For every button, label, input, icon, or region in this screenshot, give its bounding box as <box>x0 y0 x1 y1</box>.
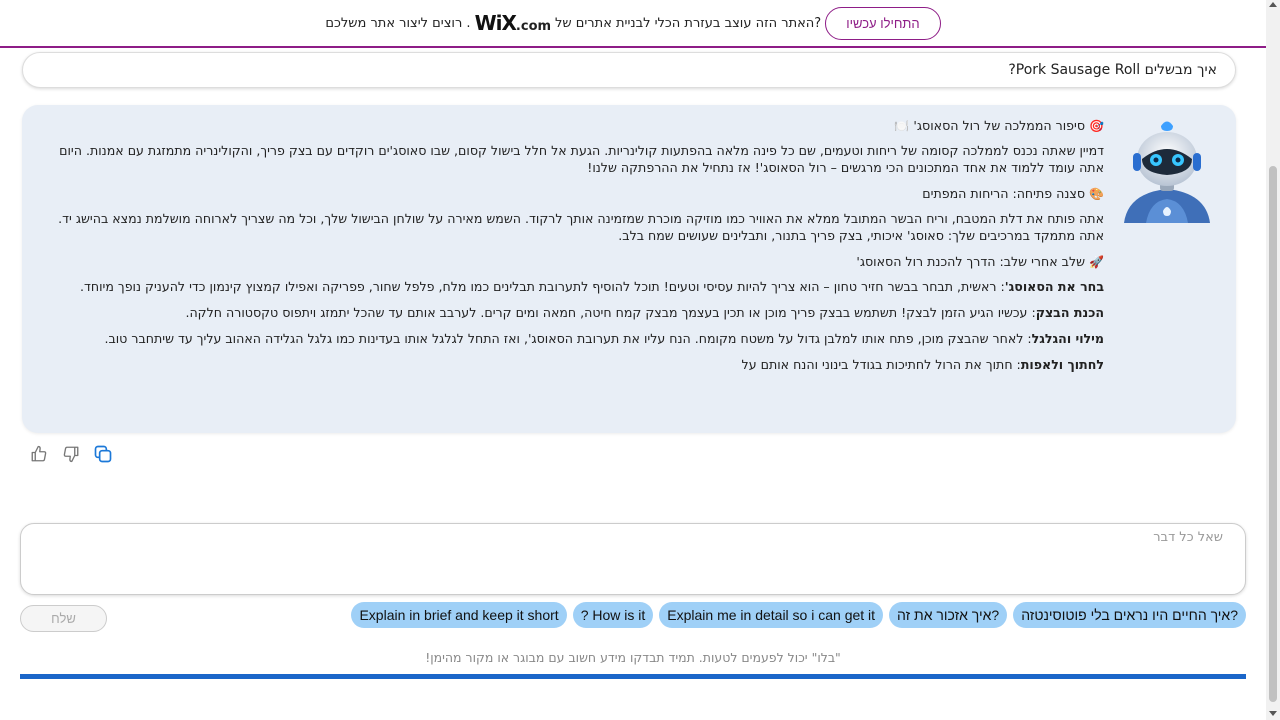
start-now-button[interactable]: התחילו עכשיו <box>825 6 941 40</box>
step-item: בחר את הסאוסג': ראשית, תבחר בבשר חזיר טח… <box>54 278 1104 295</box>
wix-banner-text: ?האתר הזה עוצב בעזרת הכלי לבניית אתרים ש… <box>555 15 822 31</box>
step-text: : עכשיו הגיע הזמן לבצק! תשתמש בבצק פריך … <box>185 305 1036 320</box>
step-item: מילוי והגלגל: לאחר שהבצק מוכן, פתח אותו … <box>54 330 1104 347</box>
suggestion-chips: ?איך החיים היו נראים בלי פוטוסינטזה ?איך… <box>351 602 1246 628</box>
target-icon: 🎯 <box>1089 119 1104 133</box>
answer-title-text: סיפור הממלכה של רול הסאוסג' <box>913 118 1086 133</box>
suggestion-chip[interactable]: Explain in brief and keep it short <box>351 602 567 628</box>
chat-input[interactable] <box>43 530 1223 588</box>
step-text: : לאחר שהבצק מוכן, פתח אותו למלבן גדול ע… <box>104 331 1032 346</box>
robot-avatar <box>1124 121 1210 223</box>
suggestion-chip[interactable]: Explain me in detail so i can get it <box>659 602 884 628</box>
step-label: הכנת הבצק <box>1035 305 1104 320</box>
suggestion-chip[interactable]: ?איך החיים היו נראים בלי פוטוסינטזה <box>1013 602 1246 628</box>
answer-content: 🎯 סיפור הממלכה של רול הסאוסג' 🍽️ דמיין ש… <box>54 117 1104 382</box>
scroll-up-icon[interactable] <box>1269 2 1277 7</box>
step-item: לחתוך ולאפות: חתוך את הרול לחתיכות בגודל… <box>54 356 1104 373</box>
disclaimer-text: "בלו" יכול לפעמים לטעות. תמיד תבדקו מידע… <box>425 650 841 665</box>
user-question-bubble: איך מבשלים Pork Sausage Roll? <box>22 52 1236 88</box>
thumbs-up-icon[interactable] <box>28 443 50 465</box>
steps-heading-text: שלב אחרי שלב: הדרך להכנת רול הסאוסג' <box>856 254 1086 269</box>
wix-logo-dotcom: .com <box>515 19 552 34</box>
scrollbar-thumb[interactable] <box>1269 166 1277 702</box>
suggestion-chip[interactable]: ? How is it <box>572 602 654 628</box>
wix-logo[interactable]: WiX.com <box>475 11 551 35</box>
thumbs-down-icon[interactable] <box>60 443 82 465</box>
chat-input-box <box>20 523 1246 595</box>
palette-icon: 🎨 <box>1089 187 1104 201</box>
scene-paragraph: אתה פותח את דלת המטבח, וריח הבשר המתובל … <box>58 211 1104 243</box>
scroll-down-icon[interactable] <box>1269 711 1277 716</box>
answer-intro: דמיין שאתה נכנס לממלכה קסומה של ריחות וט… <box>59 143 1104 175</box>
scene-heading: 🎨 סצנה פתיחה: הריחות המפתים <box>54 185 1104 203</box>
step-label: בחר את הסאוסג' <box>1004 279 1104 294</box>
rocket-icon: 🚀 <box>1089 255 1104 269</box>
copy-icon[interactable] <box>92 443 114 465</box>
user-question-text: איך מבשלים Pork Sausage Roll? <box>1008 62 1217 78</box>
plate-icon: 🍽️ <box>894 119 910 133</box>
step-label: לחתוך ולאפות <box>1020 357 1104 372</box>
bottom-accent-bar <box>20 674 1246 679</box>
wix-banner: התחילו עכשיו ?האתר הזה עוצב בעזרת הכלי ל… <box>0 0 1266 48</box>
wix-logo-text: WiX <box>474 11 517 35</box>
answer-title: 🎯 סיפור הממלכה של רול הסאוסג' 🍽️ <box>54 117 1104 135</box>
step-item: הכנת הבצק: עכשיו הגיע הזמן לבצק! תשתמש ב… <box>54 304 1104 321</box>
wix-banner-message: ?האתר הזה עוצב בעזרת הכלי לבניית אתרים ש… <box>325 11 821 35</box>
suggestion-chip[interactable]: ?איך אזכור את זה <box>889 602 1008 628</box>
answer-feedback-bar <box>28 443 114 465</box>
page-scrollbar[interactable] <box>1266 0 1280 720</box>
send-button[interactable]: שלח <box>20 605 107 632</box>
step-label: מילוי והגלגל <box>1031 331 1104 346</box>
wix-banner-text-end: . רוצים ליצור אתר משלכם <box>325 15 471 31</box>
scene-heading-text: סצנה פתיחה: הריחות המפתים <box>922 186 1086 201</box>
step-text: : חתוך את הרול לחתיכות בגודל בינוני והנח… <box>741 357 1021 372</box>
step-text: : ראשית, תבחר בבשר חזיר טחון – הוא צריך … <box>80 279 1005 294</box>
steps-heading: 🚀 שלב אחרי שלב: הדרך להכנת רול הסאוסג' <box>54 253 1104 271</box>
assistant-answer-card: 🎯 סיפור הממלכה של רול הסאוסג' 🍽️ דמיין ש… <box>22 105 1236 433</box>
